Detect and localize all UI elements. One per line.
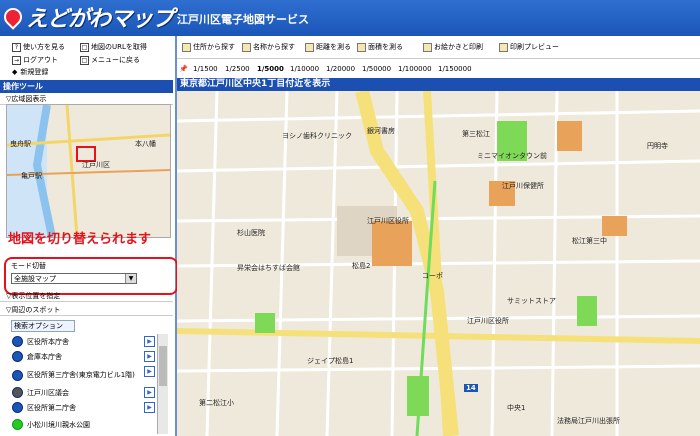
minimap-label: 亀戸駅 [21,172,42,180]
search-icon [182,42,191,52]
list-item[interactable]: 小松川境川親水公園 [12,418,155,431]
map-canvas[interactable]: ヨシノ歯科クリニック 銀河書房 第三松江 江戸川区役所 松島2 サミットストア … [177,91,700,436]
area-icon [357,42,366,52]
list-item[interactable]: 区役所第三庁舎(東京電力ビル1階) ▶ [12,365,155,385]
arrow-right-icon: ▶ [144,402,155,413]
pin-icon: 📌 [179,65,188,73]
map-label: 松江第三中 [572,237,607,245]
arrow-right-icon: ▶ [144,336,155,347]
logo[interactable]: えどがわマップ [0,2,174,32]
logo-text: えどがわマップ [26,7,174,32]
office-icon [12,402,23,413]
minimap-label: 本八幡 [135,140,156,148]
switch-hint: 地図を切り替えられます [8,232,152,247]
measure-area-button[interactable]: 面積を測る [357,42,403,52]
search-icon [242,42,251,52]
building [557,121,582,151]
menu-icon: □ [80,55,89,65]
scale-option[interactable]: 1/50000 [362,65,391,73]
park-icon [12,419,23,430]
find-address-button[interactable]: 住所から探す [182,42,235,52]
park [407,376,429,416]
link-logout[interactable]: → ログアウト [12,55,58,65]
link-how-to[interactable]: ? 使い方を見る [12,42,65,52]
mode-select[interactable]: 全施設マップ ▼ [11,273,137,284]
app-header: えどがわマップ 江戸川区電子地図サービス [0,0,700,36]
help-icon: ? [12,42,21,52]
scale-option[interactable]: 1/100000 [398,65,432,73]
chevron-down-icon: ▼ [125,274,136,283]
assembly-icon [12,387,23,398]
map-label: コーポ [422,272,443,280]
service-title: 江戸川区電子地図サービス [177,13,309,26]
diamond-icon: ◆ [12,68,18,76]
office-icon [12,369,23,381]
toolbar: 住所から探す 名称から探す 距離を測る 面積を測る お絵かきと印刷 印刷プレビュ… [177,36,700,59]
print-preview-button[interactable]: 印刷プレビュー [499,42,559,52]
map-label: 第三松江 [462,130,490,138]
pencil-icon [423,42,432,52]
scale-selector: 📌 1/1500 1/2500 1/5000 1/10000 1/20000 1… [177,62,700,76]
link-register[interactable]: ◆ 新規登録 [12,67,48,77]
map-label: 第二松江小 [199,399,234,407]
map-label: 法務局江戸川出張所 [557,417,620,425]
scale-option[interactable]: 1/2500 [225,65,250,73]
map-label: ミニマイオンタウン前 [477,152,547,160]
logout-icon: → [12,55,21,65]
map-label: 江戸川区役所 [467,317,509,325]
map-label: 昇栄会はちすば会館 [237,264,300,272]
office-icon [12,351,23,362]
list-item[interactable]: 区役所第二庁舎 ▶ [12,401,155,414]
printer-icon [499,42,508,52]
list-item[interactable]: 倉庫本庁舎 ▶ [12,350,155,363]
arrow-right-icon: ▶ [144,351,155,362]
route-number-badge: 14 [464,384,478,392]
mode-label: モード切替 [11,262,46,270]
scale-option[interactable]: 1/150000 [438,65,472,73]
arrow-right-icon: ▶ [144,366,155,377]
map-label: 円明寺 [647,142,668,150]
road [65,105,79,237]
ruler-icon [305,42,314,52]
scale-option-current[interactable]: 1/5000 [257,65,284,73]
measure-distance-button[interactable]: 距離を測る [305,42,351,52]
park [577,296,597,326]
list-scrollbar[interactable] [157,334,168,434]
office-icon [12,336,23,347]
map-label: ジェイプ松島1 [307,357,354,365]
position-toggle[interactable]: ▽表示位置を指定 [0,291,173,302]
arrow-right-icon: ▶ [144,387,155,398]
list-item[interactable]: 江戸川区議会 ▶ [12,386,155,399]
map-label: 杉山医院 [237,229,265,237]
find-name-button[interactable]: 名称から探す [242,42,295,52]
map-label: サミットストア [507,297,556,305]
link-menu[interactable]: □ メニューに戻る [80,55,140,65]
map-label: 松島2 [352,262,371,270]
scale-option[interactable]: 1/20000 [326,65,355,73]
scale-option[interactable]: 1/10000 [290,65,319,73]
view-rect [76,146,96,162]
overview-minimap[interactable]: 曳舟駅 本八幡 亀戸駅 江戸川区 [6,104,171,238]
scroll-thumb[interactable] [159,346,167,386]
tools-header: 操作ツール [0,80,173,93]
scale-option[interactable]: 1/1500 [193,65,218,73]
map-location-title: 東京都江戸川区中央1丁目付近を表示 [177,78,700,91]
map-label: ヨシノ歯科クリニック [282,132,352,140]
map-label: 銀河書房 [367,127,395,135]
park [255,313,275,333]
minimap-label: 曳舟駅 [10,140,31,148]
link-get-url[interactable]: □ 地図のURLを取得 [80,42,147,52]
map-label: 江戸川区役所 [367,217,409,225]
map-label: 中央1 [507,404,526,412]
search-options-button[interactable]: 検索オプション [11,320,75,332]
list-item[interactable]: 区役所本庁舎 ▶ [12,335,155,348]
spots-toggle[interactable]: ▽周辺のスポット [0,305,173,316]
draw-print-button[interactable]: お絵かきと印刷 [423,42,483,52]
building [372,221,412,266]
map-pin-icon [0,4,26,30]
map-label: 江戸川保健所 [502,182,544,190]
minimap-label: 江戸川区 [82,161,110,169]
building [602,216,627,236]
link-icon: □ [80,42,89,52]
